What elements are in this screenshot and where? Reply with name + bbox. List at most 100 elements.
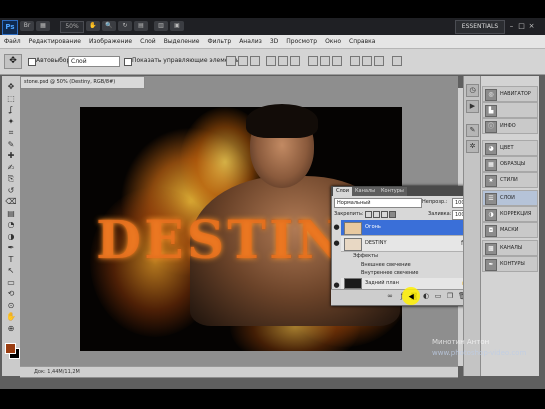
align-top-icon[interactable]	[226, 56, 236, 66]
dock-item-0[interactable]: ◎ НАВИГАТОР	[482, 86, 538, 102]
distribute-top-icon[interactable]	[308, 56, 318, 66]
grid-view-icon[interactable]: ▤	[134, 21, 148, 31]
menu-item[interactable]: Изображение	[85, 35, 136, 48]
menu-item[interactable]: 3D	[266, 35, 282, 48]
crop-tool-icon[interactable]: ⌗	[5, 128, 17, 138]
dock-item-10[interactable]: ✒ КОНТУРЫ	[482, 256, 538, 272]
zoom-icon[interactable]: 🔍	[102, 21, 116, 31]
show-transform-checkbox[interactable]	[124, 58, 132, 66]
move-tool-preset-icon[interactable]: ✥	[4, 54, 22, 69]
distribute-left-icon[interactable]	[350, 56, 360, 66]
3d-rotate-tool-icon[interactable]: ⟲	[5, 289, 17, 299]
lock-pixels-icon[interactable]	[373, 211, 380, 218]
brushes-panel-icon[interactable]: ✎	[466, 124, 479, 137]
brush-tool-icon[interactable]: ✍	[5, 163, 17, 173]
new-group-icon[interactable]: ▭	[434, 292, 442, 300]
menu-item[interactable]: Просмотр	[282, 35, 321, 48]
new-layer-icon[interactable]: ❐	[446, 292, 454, 300]
align-bottom-icon[interactable]	[250, 56, 260, 66]
layer-name: DESTINY	[365, 240, 387, 246]
menu-item[interactable]: Редактирование	[25, 35, 85, 48]
menu-item[interactable]: Файл	[0, 35, 25, 48]
lock-position-icon[interactable]	[381, 211, 388, 218]
3d-orbit-tool-icon[interactable]: ⊙	[5, 301, 17, 311]
dock-item-8[interactable]: ◘ МАСКИ	[482, 222, 538, 238]
link-layers-icon[interactable]: ∞	[386, 292, 394, 300]
align-left-icon[interactable]	[266, 56, 276, 66]
dock-item-4[interactable]: ▦ ОБРАЗЦЫ	[482, 156, 538, 172]
clone-stamp-tool-icon[interactable]: ⎘	[5, 174, 17, 184]
eyedropper-tool-icon[interactable]: ✎	[5, 140, 17, 150]
healing-tool-icon[interactable]: ✚	[5, 151, 17, 161]
distribute-bottom-icon[interactable]	[332, 56, 342, 66]
dock-panel-icon: ▩	[485, 243, 497, 255]
layer-row-fire[interactable]: Огонь	[341, 220, 471, 236]
dock-item-2[interactable]: ⓘ ИНФО	[482, 118, 538, 134]
menu-item[interactable]: Фильтр	[203, 35, 235, 48]
dock-item-9[interactable]: ▩ КАНАЛЫ	[482, 240, 538, 256]
history-panel-icon[interactable]: ◷	[466, 84, 479, 97]
pen-tool-icon[interactable]: ✒	[5, 243, 17, 253]
layer-visibility-eye-icon[interactable]: ●	[333, 222, 340, 232]
clone-source-panel-icon[interactable]: ✲	[466, 140, 479, 153]
dock-item-3[interactable]: ◕ ЦВЕТ	[482, 140, 538, 156]
hand-icon[interactable]: ✋	[86, 21, 100, 31]
align-vcenter-icon[interactable]	[238, 56, 248, 66]
gradient-tool-icon[interactable]: ▤	[5, 209, 17, 219]
menu-item[interactable]: Выделение	[160, 35, 204, 48]
fill-label: Заливка:	[428, 211, 452, 217]
rotate-view-icon[interactable]: ↻	[118, 21, 132, 31]
close-icon[interactable]: ×	[528, 22, 535, 30]
move-tool-icon[interactable]: ✥	[5, 82, 17, 92]
dock-item-1[interactable]: ▙ГИСТОГРАММА	[482, 102, 538, 127]
layer-visibility-eye-icon[interactable]: ●	[333, 238, 340, 248]
tab-channels[interactable]: Каналы	[352, 187, 379, 196]
eraser-tool-icon[interactable]: ⌫	[5, 197, 17, 207]
adjustment-layer-icon[interactable]: ◐	[422, 292, 430, 300]
effect-outer-glow[interactable]: Внешнее свечение	[361, 261, 411, 269]
lock-transparency-icon[interactable]	[365, 211, 372, 218]
dock-item-7[interactable]: ◑ КОРРЕКЦИЯ	[482, 206, 538, 222]
type-tool-icon[interactable]: T	[5, 255, 17, 265]
blend-mode-select[interactable]: Нормальный	[334, 198, 422, 208]
bridge-button[interactable]: Br	[20, 21, 34, 31]
auto-align-icon[interactable]	[392, 56, 402, 66]
document-tab[interactable]: stone.psd @ 50% (Destiny, RGB/8#)	[20, 76, 145, 89]
marquee-tool-icon[interactable]: ⬚	[5, 94, 17, 104]
shape-tool-icon[interactable]: ▭	[5, 278, 17, 288]
blur-tool-icon[interactable]: ◔	[5, 220, 17, 230]
hand-tool-icon[interactable]: ✋	[5, 312, 17, 322]
arrange-documents-icon[interactable]: ▥	[154, 21, 168, 31]
magic-wand-tool-icon[interactable]: ✦	[5, 117, 17, 127]
zoom-tool-icon[interactable]: ⊕	[5, 324, 17, 334]
zoom-level-field[interactable]: 50%	[60, 21, 84, 33]
lock-all-icon[interactable]	[389, 211, 396, 218]
dodge-tool-icon[interactable]: ◑	[5, 232, 17, 242]
minimize-icon[interactable]: –	[508, 22, 515, 30]
distribute-right-icon[interactable]	[374, 56, 384, 66]
autoselect-select[interactable]: Слой	[68, 56, 120, 67]
mini-bridge-button[interactable]: ▦	[36, 21, 50, 31]
workspace-switcher[interactable]: ESSENTIALS	[455, 20, 505, 34]
menu-item[interactable]: Анализ	[235, 35, 266, 48]
dock-item-6[interactable]: ☰ СЛОИ	[482, 190, 538, 206]
menu-item[interactable]: Справка	[345, 35, 379, 48]
autoselect-checkbox[interactable]	[28, 58, 36, 66]
distribute-hcenter-icon[interactable]	[362, 56, 372, 66]
actions-panel-icon[interactable]: ▶	[466, 100, 479, 113]
distribute-vcenter-icon[interactable]	[320, 56, 330, 66]
lasso-tool-icon[interactable]: ʆ	[5, 105, 17, 115]
path-selection-tool-icon[interactable]: ↖	[5, 266, 17, 276]
menu-item[interactable]: Слой	[136, 35, 160, 48]
dock-item-5[interactable]: ★ СТИЛИ	[482, 172, 538, 188]
maximize-icon[interactable]: □	[518, 22, 525, 30]
tab-paths[interactable]: Контуры	[378, 187, 407, 196]
tab-layers[interactable]: Слои	[333, 187, 352, 196]
layer-row-destiny[interactable]: DESTINY fx	[341, 236, 471, 252]
align-right-icon[interactable]	[290, 56, 300, 66]
screen-mode-icon[interactable]: ▣	[170, 21, 184, 31]
align-hcenter-icon[interactable]	[278, 56, 288, 66]
menu-item[interactable]: Окно	[321, 35, 345, 48]
history-brush-tool-icon[interactable]: ↺	[5, 186, 17, 196]
foreground-color-swatch[interactable]	[5, 343, 16, 354]
